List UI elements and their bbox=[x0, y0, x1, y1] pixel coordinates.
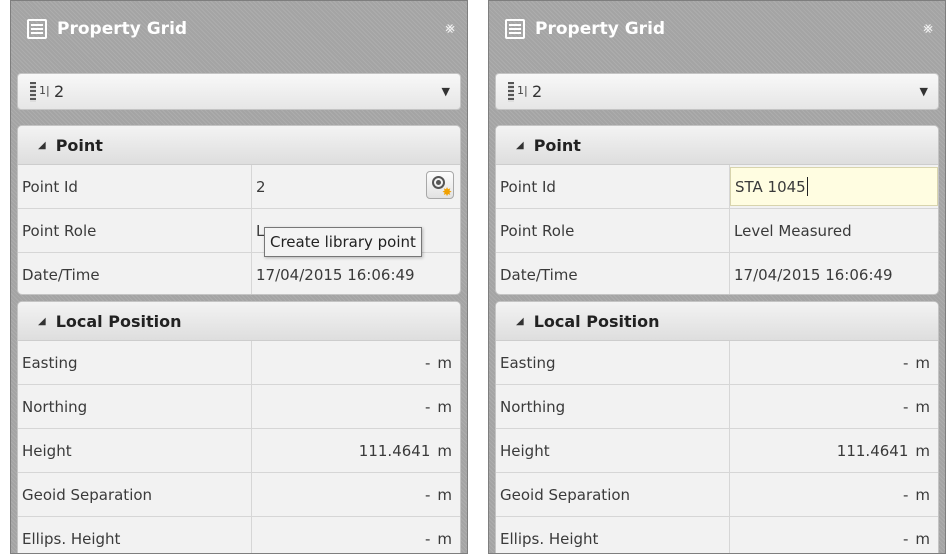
northing-value: -m bbox=[902, 397, 930, 416]
panel-titlebar: Property Grid ⨳ bbox=[11, 1, 467, 57]
create-library-point-tooltip: Create library point bbox=[264, 227, 422, 257]
panel-title: Property Grid bbox=[535, 19, 666, 39]
collapse-triangle-icon[interactable]: ◢ bbox=[38, 316, 46, 327]
collapse-triangle-icon[interactable]: ◢ bbox=[516, 140, 524, 151]
geoid-separation-value: -m bbox=[902, 485, 930, 504]
sort-list-icon: 1| bbox=[30, 81, 50, 102]
close-icon[interactable]: ⨳ bbox=[923, 18, 933, 38]
property-row-height: Height 111.4641 m bbox=[496, 429, 938, 473]
property-label: Point Id bbox=[18, 165, 252, 208]
property-label: Height bbox=[18, 429, 252, 472]
property-grid-panel-right: Property Grid ⨳ 1| 2 ▼ ◢ Point Point Id … bbox=[488, 0, 946, 554]
point-id-value[interactable]: 2 ✸ bbox=[252, 165, 460, 208]
property-label: Easting bbox=[496, 341, 730, 384]
point-section-header[interactable]: ◢ Point bbox=[18, 126, 460, 165]
property-label: Height bbox=[496, 429, 730, 472]
property-row-point-id: Point Id 2 ✸ bbox=[18, 165, 460, 209]
collapse-triangle-icon[interactable]: ◢ bbox=[38, 140, 46, 151]
local-position-section: ◢ Local Position Easting -m Northing -m … bbox=[495, 301, 939, 553]
property-row-geoid-separation: Geoid Separation -m bbox=[18, 473, 460, 517]
ellips-height-value: -m bbox=[424, 529, 452, 548]
date-time-value: 17/04/2015 16:06:49 bbox=[256, 265, 415, 284]
property-label: Ellips. Height bbox=[496, 517, 730, 553]
section-title: Local Position bbox=[55, 311, 182, 331]
property-row-height: Height 111.4641 m bbox=[18, 429, 460, 473]
property-grid-panel-left: Property Grid ⨳ 1| 2 ▼ ◢ Point Point Id … bbox=[10, 0, 468, 554]
property-row-easting: Easting -m bbox=[18, 341, 460, 385]
section-title: Point bbox=[533, 135, 581, 155]
geoid-separation-value: -m bbox=[424, 485, 452, 504]
ellips-height-value: -m bbox=[902, 529, 930, 548]
height-value: 111.4641 m bbox=[358, 441, 452, 460]
panel-title: Property Grid bbox=[57, 19, 188, 39]
property-row-easting: Easting -m bbox=[496, 341, 938, 385]
collapse-triangle-icon[interactable]: ◢ bbox=[516, 316, 524, 327]
property-row-date-time: Date/Time 17/04/2015 16:06:49 bbox=[18, 253, 460, 294]
property-grid-icon bbox=[505, 19, 525, 39]
height-value: 111.4641 m bbox=[836, 441, 930, 460]
property-row-point-id: Point Id STA 1045 bbox=[496, 165, 938, 209]
section-title: Point bbox=[55, 135, 103, 155]
property-label: Date/Time bbox=[18, 253, 252, 294]
northing-value: -m bbox=[424, 397, 452, 416]
local-position-section-header[interactable]: ◢ Local Position bbox=[496, 302, 938, 341]
easting-value: -m bbox=[424, 353, 452, 372]
property-label: Geoid Separation bbox=[496, 473, 730, 516]
property-row-date-time: Date/Time 17/04/2015 16:06:49 bbox=[496, 253, 938, 294]
property-grid-icon bbox=[27, 19, 47, 39]
property-label: Point Role bbox=[18, 209, 252, 252]
panel-titlebar: Property Grid ⨳ bbox=[489, 1, 945, 57]
property-label: Geoid Separation bbox=[18, 473, 252, 516]
point-section: ◢ Point Point Id STA 1045 Point Role Lev… bbox=[495, 125, 939, 295]
property-row-ellips-height: Ellips. Height -m bbox=[496, 517, 938, 553]
property-label: Easting bbox=[18, 341, 252, 384]
point-section: ◢ Point Point Id 2 ✸ Point Role Le Date/… bbox=[17, 125, 461, 295]
property-value: 2 bbox=[256, 177, 266, 196]
point-id-input[interactable]: STA 1045 bbox=[730, 167, 938, 206]
property-value: STA 1045 bbox=[735, 177, 806, 196]
point-role-value[interactable]: Level Measured bbox=[730, 209, 938, 252]
property-row-northing: Northing -m bbox=[496, 385, 938, 429]
local-position-section-header[interactable]: ◢ Local Position bbox=[18, 302, 460, 341]
property-label: Ellips. Height bbox=[18, 517, 252, 553]
property-row-point-role: Point Role Level Measured bbox=[496, 209, 938, 253]
property-label: Northing bbox=[496, 385, 730, 428]
local-position-section: ◢ Local Position Easting -m Northing -m … bbox=[17, 301, 461, 553]
property-label: Point Id bbox=[496, 165, 730, 208]
point-section-header[interactable]: ◢ Point bbox=[496, 126, 938, 165]
chevron-down-icon[interactable]: ▼ bbox=[920, 85, 928, 98]
object-selector-dropdown[interactable]: 1| 2 ▼ bbox=[17, 73, 461, 110]
object-selector-dropdown[interactable]: 1| 2 ▼ bbox=[495, 73, 939, 110]
property-row-northing: Northing -m bbox=[18, 385, 460, 429]
close-icon[interactable]: ⨳ bbox=[445, 18, 455, 38]
chevron-down-icon[interactable]: ▼ bbox=[442, 85, 450, 98]
property-label: Date/Time bbox=[496, 253, 730, 294]
property-row-ellips-height: Ellips. Height -m bbox=[18, 517, 460, 553]
selector-value: 2 bbox=[54, 82, 65, 101]
date-time-value: 17/04/2015 16:06:49 bbox=[734, 265, 893, 284]
section-title: Local Position bbox=[533, 311, 660, 331]
easting-value: -m bbox=[902, 353, 930, 372]
selector-value: 2 bbox=[532, 82, 543, 101]
create-library-point-button[interactable]: ✸ bbox=[426, 171, 454, 199]
text-caret bbox=[806, 177, 808, 196]
property-label: Northing bbox=[18, 385, 252, 428]
property-label: Point Role bbox=[496, 209, 730, 252]
property-row-geoid-separation: Geoid Separation -m bbox=[496, 473, 938, 517]
sort-list-icon: 1| bbox=[508, 81, 528, 102]
